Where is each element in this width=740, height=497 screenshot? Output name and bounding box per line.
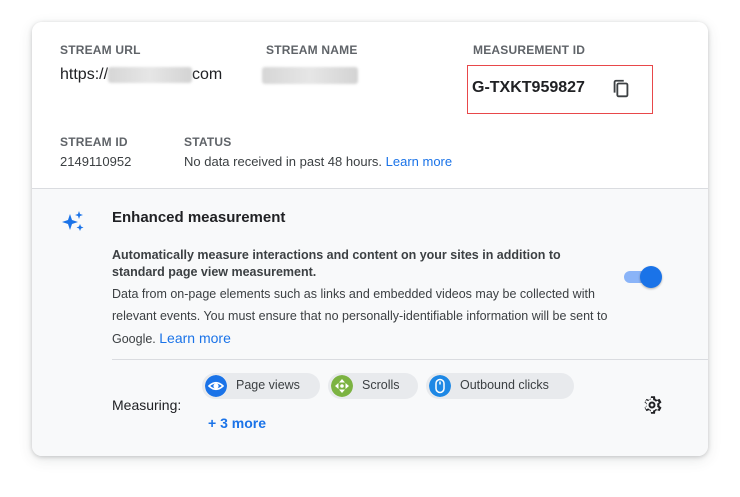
sparkle-icon — [62, 211, 84, 231]
stream-info-section: STREAM URL https:// com STREAM NAME MEASU… — [32, 22, 708, 188]
redacted-url-text — [108, 66, 193, 83]
scroll-icon — [331, 375, 353, 397]
enhanced-learn-more-link[interactable]: Learn more — [159, 330, 231, 346]
stream-id-value: 2149110952 — [60, 154, 132, 169]
chip-label: Outbound clicks — [460, 378, 549, 392]
status-value: No data received in past 48 hours. Learn… — [184, 154, 452, 169]
stream-url-label: STREAM URL — [60, 43, 141, 57]
status-learn-more-link[interactable]: Learn more — [386, 154, 452, 169]
status-text: No data received in past 48 hours. — [184, 154, 383, 169]
stream-url-suffix: com — [192, 66, 223, 83]
stream-name-label: STREAM NAME — [266, 43, 358, 57]
redacted-stream-name — [262, 67, 358, 84]
enhanced-measurement-description: Data from on-page elements such as links… — [112, 283, 624, 350]
copy-icon[interactable] — [610, 78, 632, 100]
gear-icon[interactable] — [640, 393, 664, 417]
enhanced-measurement-toggle[interactable] — [622, 265, 662, 289]
chip-label: Scrolls — [362, 378, 400, 392]
enhanced-measurement-summary: Automatically measure interactions and c… — [112, 248, 561, 279]
stream-url-value: https:// com — [60, 66, 222, 84]
enhanced-measurement-title: Enhanced measurement — [112, 209, 286, 226]
chip-outbound-clicks[interactable]: Outbound clicks — [426, 373, 574, 399]
stream-id-label: STREAM ID — [60, 135, 128, 149]
mouse-icon — [429, 375, 451, 397]
measurement-id-value: G-TXKT959827 — [472, 79, 585, 96]
toggle-thumb — [640, 266, 662, 288]
stream-details-card: STREAM URL https:// com STREAM NAME MEASU… — [32, 22, 708, 456]
section-divider — [112, 359, 708, 360]
enhanced-measurement-section: Enhanced measurement Automatically measu… — [32, 188, 708, 456]
more-events-link[interactable]: + 3 more — [208, 415, 266, 431]
measuring-label: Measuring: — [112, 397, 182, 413]
chip-label: Page views — [236, 378, 300, 392]
status-label: STATUS — [184, 135, 232, 149]
measurement-id-label: MEASUREMENT ID — [473, 43, 586, 57]
eye-icon — [205, 375, 227, 397]
chip-page-views[interactable]: Page views — [202, 373, 320, 399]
stream-url-prefix: https:// — [60, 66, 109, 83]
chip-scrolls[interactable]: Scrolls — [328, 373, 418, 399]
